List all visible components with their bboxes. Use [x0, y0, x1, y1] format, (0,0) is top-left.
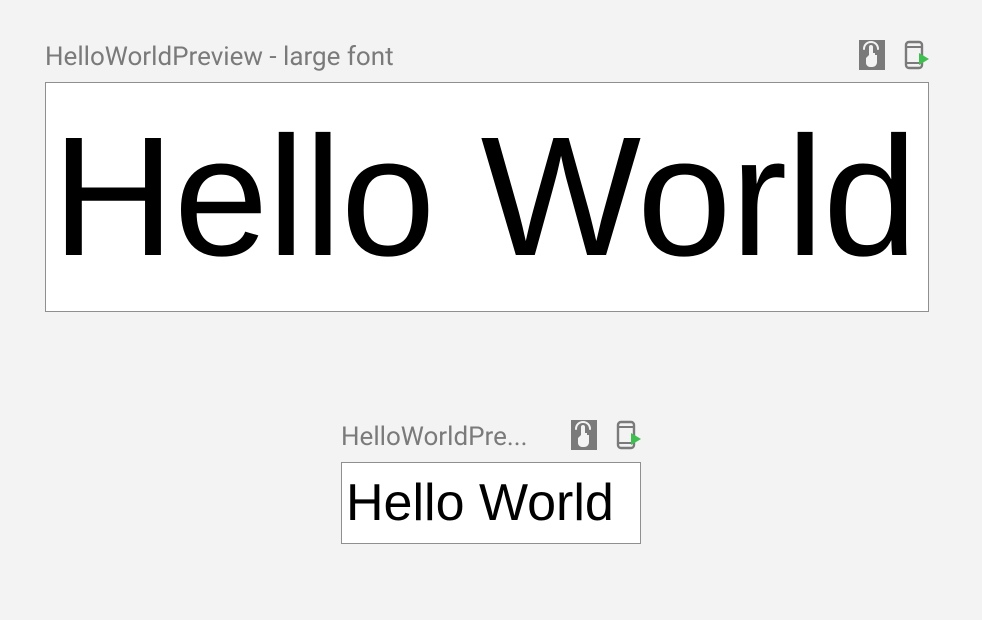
preview-title: HelloWorldPreview - large font [45, 42, 394, 72]
preview-title: HelloWorldPre... [341, 422, 527, 452]
preview-large-font: HelloWorldPreview - large font [45, 40, 937, 312]
preview-content-text: Hello World [346, 473, 614, 533]
preview-header: HelloWorldPre... [341, 420, 641, 454]
preview-canvas-large[interactable]: Hello World [45, 82, 929, 312]
preview-actions [859, 40, 929, 74]
preview-canvas-small[interactable]: Hello World [341, 462, 641, 544]
preview-content-text: Hello World [52, 112, 916, 282]
interactive-mode-icon[interactable] [571, 420, 597, 454]
preview-header: HelloWorldPreview - large font [45, 40, 929, 74]
preview-actions [571, 420, 641, 454]
preview-default: HelloWorldPre... Hello World [45, 420, 937, 544]
deploy-to-device-icon[interactable] [903, 40, 929, 74]
interactive-mode-icon[interactable] [859, 40, 885, 74]
deploy-to-device-icon[interactable] [615, 420, 641, 454]
